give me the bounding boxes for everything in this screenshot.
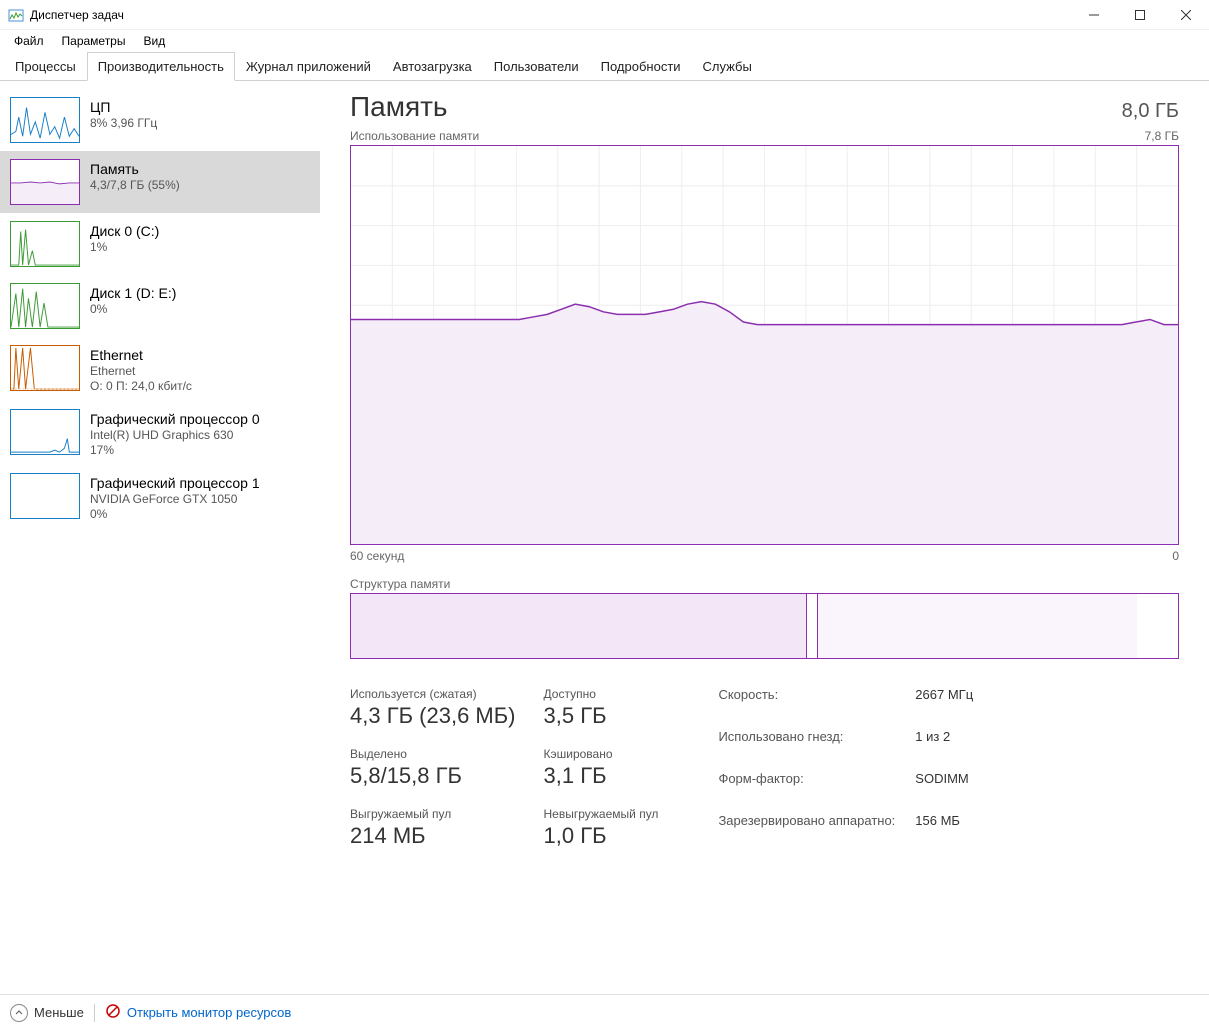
ethernet-sub2: О: 0 П: 24,0 кбит/с	[90, 379, 192, 393]
composition-segment	[1137, 594, 1178, 658]
cpu-sub: 8% 3,96 ГГц	[90, 116, 157, 130]
gpu1-thumbnail	[10, 473, 80, 519]
chevron-up-icon	[10, 1004, 28, 1022]
avail-value: 3,5 ГБ	[544, 703, 659, 729]
gpu1-title: Графический процессор 1	[90, 475, 260, 491]
reserved-value: 156 МБ	[915, 813, 973, 849]
composition-segment	[351, 594, 806, 658]
speed-label: Скорость:	[718, 687, 895, 723]
divider	[94, 1004, 95, 1022]
menubar: Файл Параметры Вид	[0, 30, 1209, 52]
memory-capacity: 8,0 ГБ	[1122, 100, 1179, 123]
sidebar-item-cpu[interactable]: ЦП 8% 3,96 ГГц	[0, 89, 320, 151]
open-resource-monitor-link[interactable]: Открыть монитор ресурсов	[105, 1003, 291, 1022]
cached-value: 3,1 ГБ	[544, 763, 659, 789]
nonpaged-label: Невыгружаемый пул	[544, 807, 659, 821]
tab-users[interactable]: Пользователи	[483, 52, 590, 81]
gpu0-title: Графический процессор 0	[90, 411, 260, 427]
ethernet-sub1: Ethernet	[90, 364, 192, 378]
cpu-thumbnail	[10, 97, 80, 143]
memory-title: Память	[90, 161, 180, 177]
window-title: Диспетчер задач	[30, 8, 124, 22]
gpu1-sub2: 0%	[90, 507, 260, 521]
composition-label: Структура памяти	[350, 577, 1179, 591]
sidebar-item-disk0[interactable]: Диск 0 (C:) 1%	[0, 213, 320, 275]
chart-label-right: 7,8 ГБ	[1145, 129, 1179, 143]
window-controls	[1071, 0, 1209, 30]
gpu1-sub1: NVIDIA GeForce GTX 1050	[90, 492, 260, 506]
used-value: 4,3 ГБ (23,6 МБ)	[350, 703, 516, 729]
stats-section: Используется (сжатая) 4,3 ГБ (23,6 МБ) Д…	[350, 687, 1179, 849]
memory-thumbnail	[10, 159, 80, 205]
disk0-title: Диск 0 (C:)	[90, 223, 159, 239]
close-button[interactable]	[1163, 0, 1209, 30]
tab-processes[interactable]: Процессы	[4, 52, 87, 81]
composition-segment	[818, 594, 1136, 658]
fewer-details-label: Меньше	[34, 1005, 84, 1020]
disk1-thumbnail	[10, 283, 80, 329]
menu-view[interactable]: Вид	[135, 32, 173, 50]
avail-label: Доступно	[544, 687, 659, 701]
tab-bar: Процессы Производительность Журнал прило…	[0, 52, 1209, 81]
disk1-sub: 0%	[90, 302, 176, 316]
composition-segment	[806, 594, 818, 658]
sidebar-item-disk1[interactable]: Диск 1 (D: E:) 0%	[0, 275, 320, 337]
disk0-thumbnail	[10, 221, 80, 267]
main-panel: Память 8,0 ГБ Использование памяти 7,8 Г…	[320, 81, 1209, 994]
menu-options[interactable]: Параметры	[54, 32, 134, 50]
tab-app-history[interactable]: Журнал приложений	[235, 52, 382, 81]
resource-monitor-icon	[105, 1003, 121, 1022]
sidebar-item-memory[interactable]: Память 4,3/7,8 ГБ (55%)	[0, 151, 320, 213]
tab-startup[interactable]: Автозагрузка	[382, 52, 483, 81]
memory-usage-chart	[350, 145, 1179, 545]
form-label: Форм-фактор:	[718, 771, 895, 807]
maximize-button[interactable]	[1117, 0, 1163, 30]
paged-label: Выгружаемый пул	[350, 807, 516, 821]
disk1-title: Диск 1 (D: E:)	[90, 285, 176, 301]
content: ЦП 8% 3,96 ГГц Память 4,3/7,8 ГБ (55%) Д…	[0, 81, 1209, 994]
commit-label: Выделено	[350, 747, 516, 761]
ethernet-thumbnail	[10, 345, 80, 391]
gpu0-sub2: 17%	[90, 443, 260, 457]
paged-value: 214 МБ	[350, 823, 516, 849]
nonpaged-value: 1,0 ГБ	[544, 823, 659, 849]
speed-value: 2667 МГц	[915, 687, 973, 723]
fewer-details-button[interactable]: Меньше	[10, 1004, 84, 1022]
used-label: Используется (сжатая)	[350, 687, 516, 701]
app-icon	[8, 7, 24, 23]
memory-sub: 4,3/7,8 ГБ (55%)	[90, 178, 180, 192]
tab-services[interactable]: Службы	[692, 52, 763, 81]
gpu0-thumbnail	[10, 409, 80, 455]
footer: Меньше Открыть монитор ресурсов	[0, 994, 1209, 1030]
slots-label: Использовано гнезд:	[718, 729, 895, 765]
gpu0-sub1: Intel(R) UHD Graphics 630	[90, 428, 260, 442]
cached-label: Кэшировано	[544, 747, 659, 761]
titlebar: Диспетчер задач	[0, 0, 1209, 30]
ethernet-title: Ethernet	[90, 347, 192, 363]
axis-right: 0	[1172, 549, 1179, 563]
performance-sidebar: ЦП 8% 3,96 ГГц Память 4,3/7,8 ГБ (55%) Д…	[0, 81, 320, 994]
memory-composition-bar	[350, 593, 1179, 659]
sidebar-item-gpu0[interactable]: Графический процессор 0 Intel(R) UHD Gra…	[0, 401, 320, 465]
tab-details[interactable]: Подробности	[590, 52, 692, 81]
form-value: SODIMM	[915, 771, 973, 807]
slots-value: 1 из 2	[915, 729, 973, 765]
chart-label-left: Использование памяти	[350, 129, 479, 143]
axis-left: 60 секунд	[350, 549, 404, 563]
sidebar-item-ethernet[interactable]: Ethernet Ethernet О: 0 П: 24,0 кбит/с	[0, 337, 320, 401]
reserved-label: Зарезервировано аппаратно:	[718, 813, 895, 849]
tab-performance[interactable]: Производительность	[87, 52, 235, 81]
page-title: Память	[350, 91, 448, 123]
open-resource-monitor-label: Открыть монитор ресурсов	[127, 1005, 291, 1020]
minimize-button[interactable]	[1071, 0, 1117, 30]
sidebar-item-gpu1[interactable]: Графический процессор 1 NVIDIA GeForce G…	[0, 465, 320, 529]
commit-value: 5,8/15,8 ГБ	[350, 763, 516, 789]
menu-file[interactable]: Файл	[6, 32, 52, 50]
disk0-sub: 1%	[90, 240, 159, 254]
cpu-title: ЦП	[90, 99, 157, 115]
